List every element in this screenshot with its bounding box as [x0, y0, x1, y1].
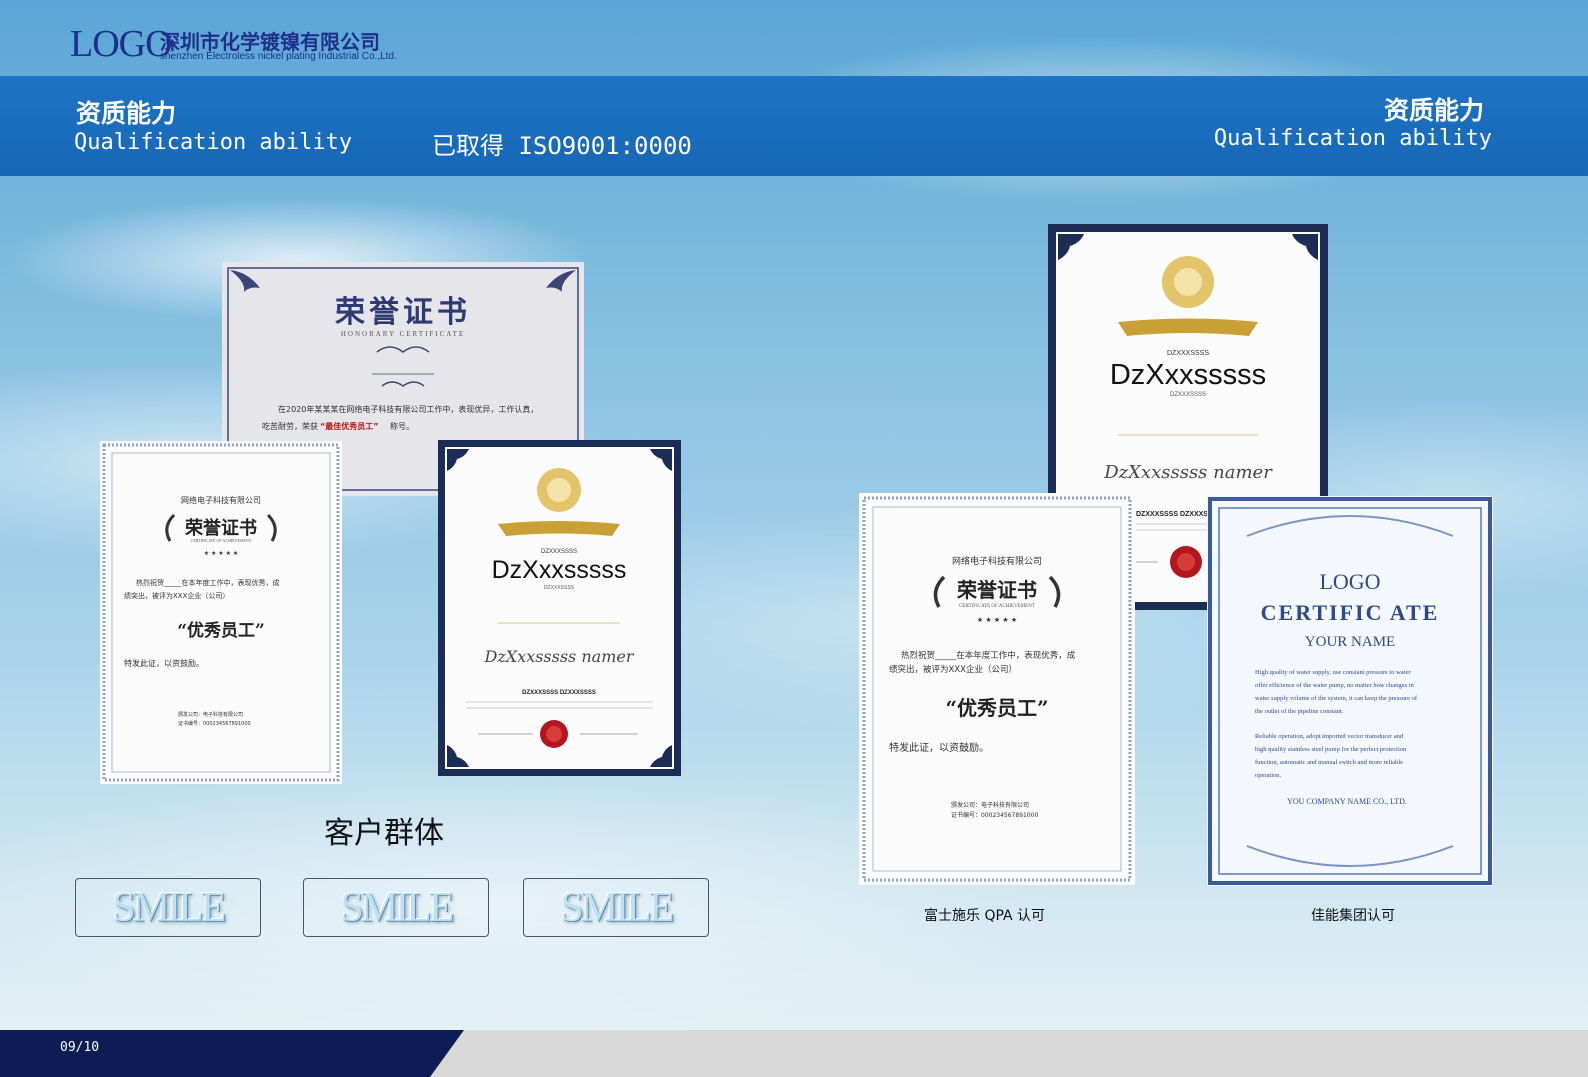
left-title-cn: 资质能力: [76, 99, 177, 128]
caption-canon: 佳能集团认可: [1311, 908, 1395, 924]
gold-small-subcode: DZXXXSSSS: [544, 585, 575, 591]
employee-small-stars: ★ ★ ★ ★ ★: [204, 550, 239, 557]
title-band: 资质能力 Qualification ability 已取得 ISO9001:0…: [0, 76, 1588, 176]
top-header: LOGO 深圳市化学镀镍有限公司 shenzhen Electroless ni…: [0, 0, 1588, 76]
logo-cert-p2b: high quality stainless steel pump for th…: [1255, 746, 1407, 753]
gold-small-script: DzXxxsssss namer: [484, 647, 635, 666]
gold-large-subcode: DZXXXSSSS: [1170, 392, 1206, 398]
employee-large-issuer: 颁发公司：电子科技有限公司: [951, 801, 1029, 809]
employee-large-company: 网络电子科技有限公司: [952, 555, 1042, 567]
logo-cert-p1b: offer efficience of the water pump, no m…: [1255, 682, 1415, 689]
gold-seal-certificate-small: DZXXXSSSS DzXxxsssss DZXXXSSSS DzXxxssss…: [438, 440, 681, 776]
honorary-subtitle: HONORARY CERTIFICATE: [341, 330, 465, 338]
right-title-cn: 资质能力: [1383, 96, 1484, 125]
logo-cert-p2a: Reliable operation, adopt imported vecto…: [1255, 733, 1404, 740]
employee-large-title: 荣誉证书: [956, 578, 1037, 602]
gold-small-code: DZXXXSSSS: [541, 549, 577, 555]
employee-large-stars: ★ ★ ★ ★ ★: [977, 616, 1017, 624]
employee-certificate-small: 网络电子科技有限公司 荣誉证书 CERTIFICATE OF ACHIEVEME…: [100, 441, 342, 784]
employee-large-subtitle: CERTIFICATE OF ACHIEVEMENT: [959, 604, 1035, 609]
logo-certificate: LOGO CERTIFIC ATE YOUR NAME High quality…: [1207, 496, 1493, 886]
employee-large-award: “优秀员工”: [945, 696, 1048, 720]
honorary-title: 荣誉证书: [335, 295, 471, 330]
client-logo-smile-2[interactable]: SMILE: [303, 878, 489, 937]
page-number: 09/10: [60, 1040, 100, 1055]
logo-cert-p1c: water supply volume of the system, it ca…: [1255, 695, 1418, 702]
employee-small-body2: 绩突出，被评为XXX企业（公司）: [124, 591, 229, 600]
employee-large-body2: 绩突出，被评为XXX企业（公司）: [889, 664, 1017, 675]
logo-cert-p1d: the outlet of the pipeline constant.: [1255, 708, 1344, 715]
honorary-highlight: “最佳优秀员工”: [320, 421, 379, 431]
employee-small-subtitle: CERTIFICATE OF ACHIEVEMENT: [191, 538, 252, 543]
employee-large-number: 证书编号：000234567891000: [951, 811, 1038, 819]
honorary-line2: 吃苦耐劳，荣获: [262, 421, 318, 431]
logo-cert-p1a: High quality of water supply, use consta…: [1255, 669, 1411, 676]
gold-large-code: DZXXXSSSS: [1167, 350, 1209, 357]
employee-large-closing: 特发此证，以资鼓励。: [889, 741, 989, 754]
iso-certification-text: 已取得 ISO9001:0000: [432, 132, 692, 160]
logo-cert-p2c: function, automatic and manual switch an…: [1255, 759, 1403, 766]
logo-cert-p2d: operation.: [1255, 772, 1282, 779]
company-logo: LOGO: [70, 23, 173, 65]
caption-fuji-xerox: 富士施乐 QPA 认可: [924, 908, 1046, 924]
left-title-en: Qualification ability: [74, 130, 353, 155]
employee-small-company: 网络电子科技有限公司: [181, 495, 261, 505]
gold-small-name: DzXxxsssss: [492, 556, 627, 584]
employee-small-award: “优秀员工”: [177, 620, 265, 641]
gold-large-script: DzXxxsssss namer: [1103, 462, 1273, 483]
employee-certificate-large: 网络电子科技有限公司 荣誉证书 CERTIFICATE OF ACHIEVEME…: [859, 493, 1135, 885]
logo-cert-logo: LOGO: [1319, 569, 1380, 594]
company-name-en: shenzhen Electroless nickel plating Indu…: [160, 51, 397, 62]
gold-large-name: DzXxxsssss: [1110, 359, 1266, 391]
employee-small-closing: 特发此证，以资鼓励。: [124, 658, 204, 668]
employee-small-number: 证书编号：000234567891000: [178, 720, 251, 727]
employee-small-title: 荣誉证书: [184, 517, 257, 539]
employee-small-issuer: 颁发公司：电子科技有限公司: [178, 711, 243, 718]
logo-cert-your-name: YOUR NAME: [1305, 634, 1395, 650]
gold-small-bottom-code: DZXXXSSSS DZXXXSSSS: [522, 690, 596, 696]
honorary-line1: 在2020年某某某在网络电子科技有限公司工作中，表现优异，工作认真，: [278, 404, 538, 414]
client-logo-smile-1[interactable]: SMILE: [75, 878, 261, 937]
employee-large-body1: 热烈祝贺_____在本年度工作中，表现优秀，成: [901, 650, 1076, 661]
client-logo-smile-3[interactable]: SMILE: [523, 878, 709, 937]
logo-cert-company: YOU COMPANY NAME CO., LTD.: [1287, 797, 1407, 806]
client-group-title: 客户群体: [324, 816, 444, 851]
logo-cert-title: CERTIFIC ATE: [1261, 600, 1440, 625]
right-title-en: Qualification ability: [1213, 126, 1492, 151]
employee-small-body1: 热烈祝贺_____在本年度工作中，表现优秀，成: [136, 578, 280, 587]
honorary-line2-end: 称号。: [390, 421, 414, 431]
